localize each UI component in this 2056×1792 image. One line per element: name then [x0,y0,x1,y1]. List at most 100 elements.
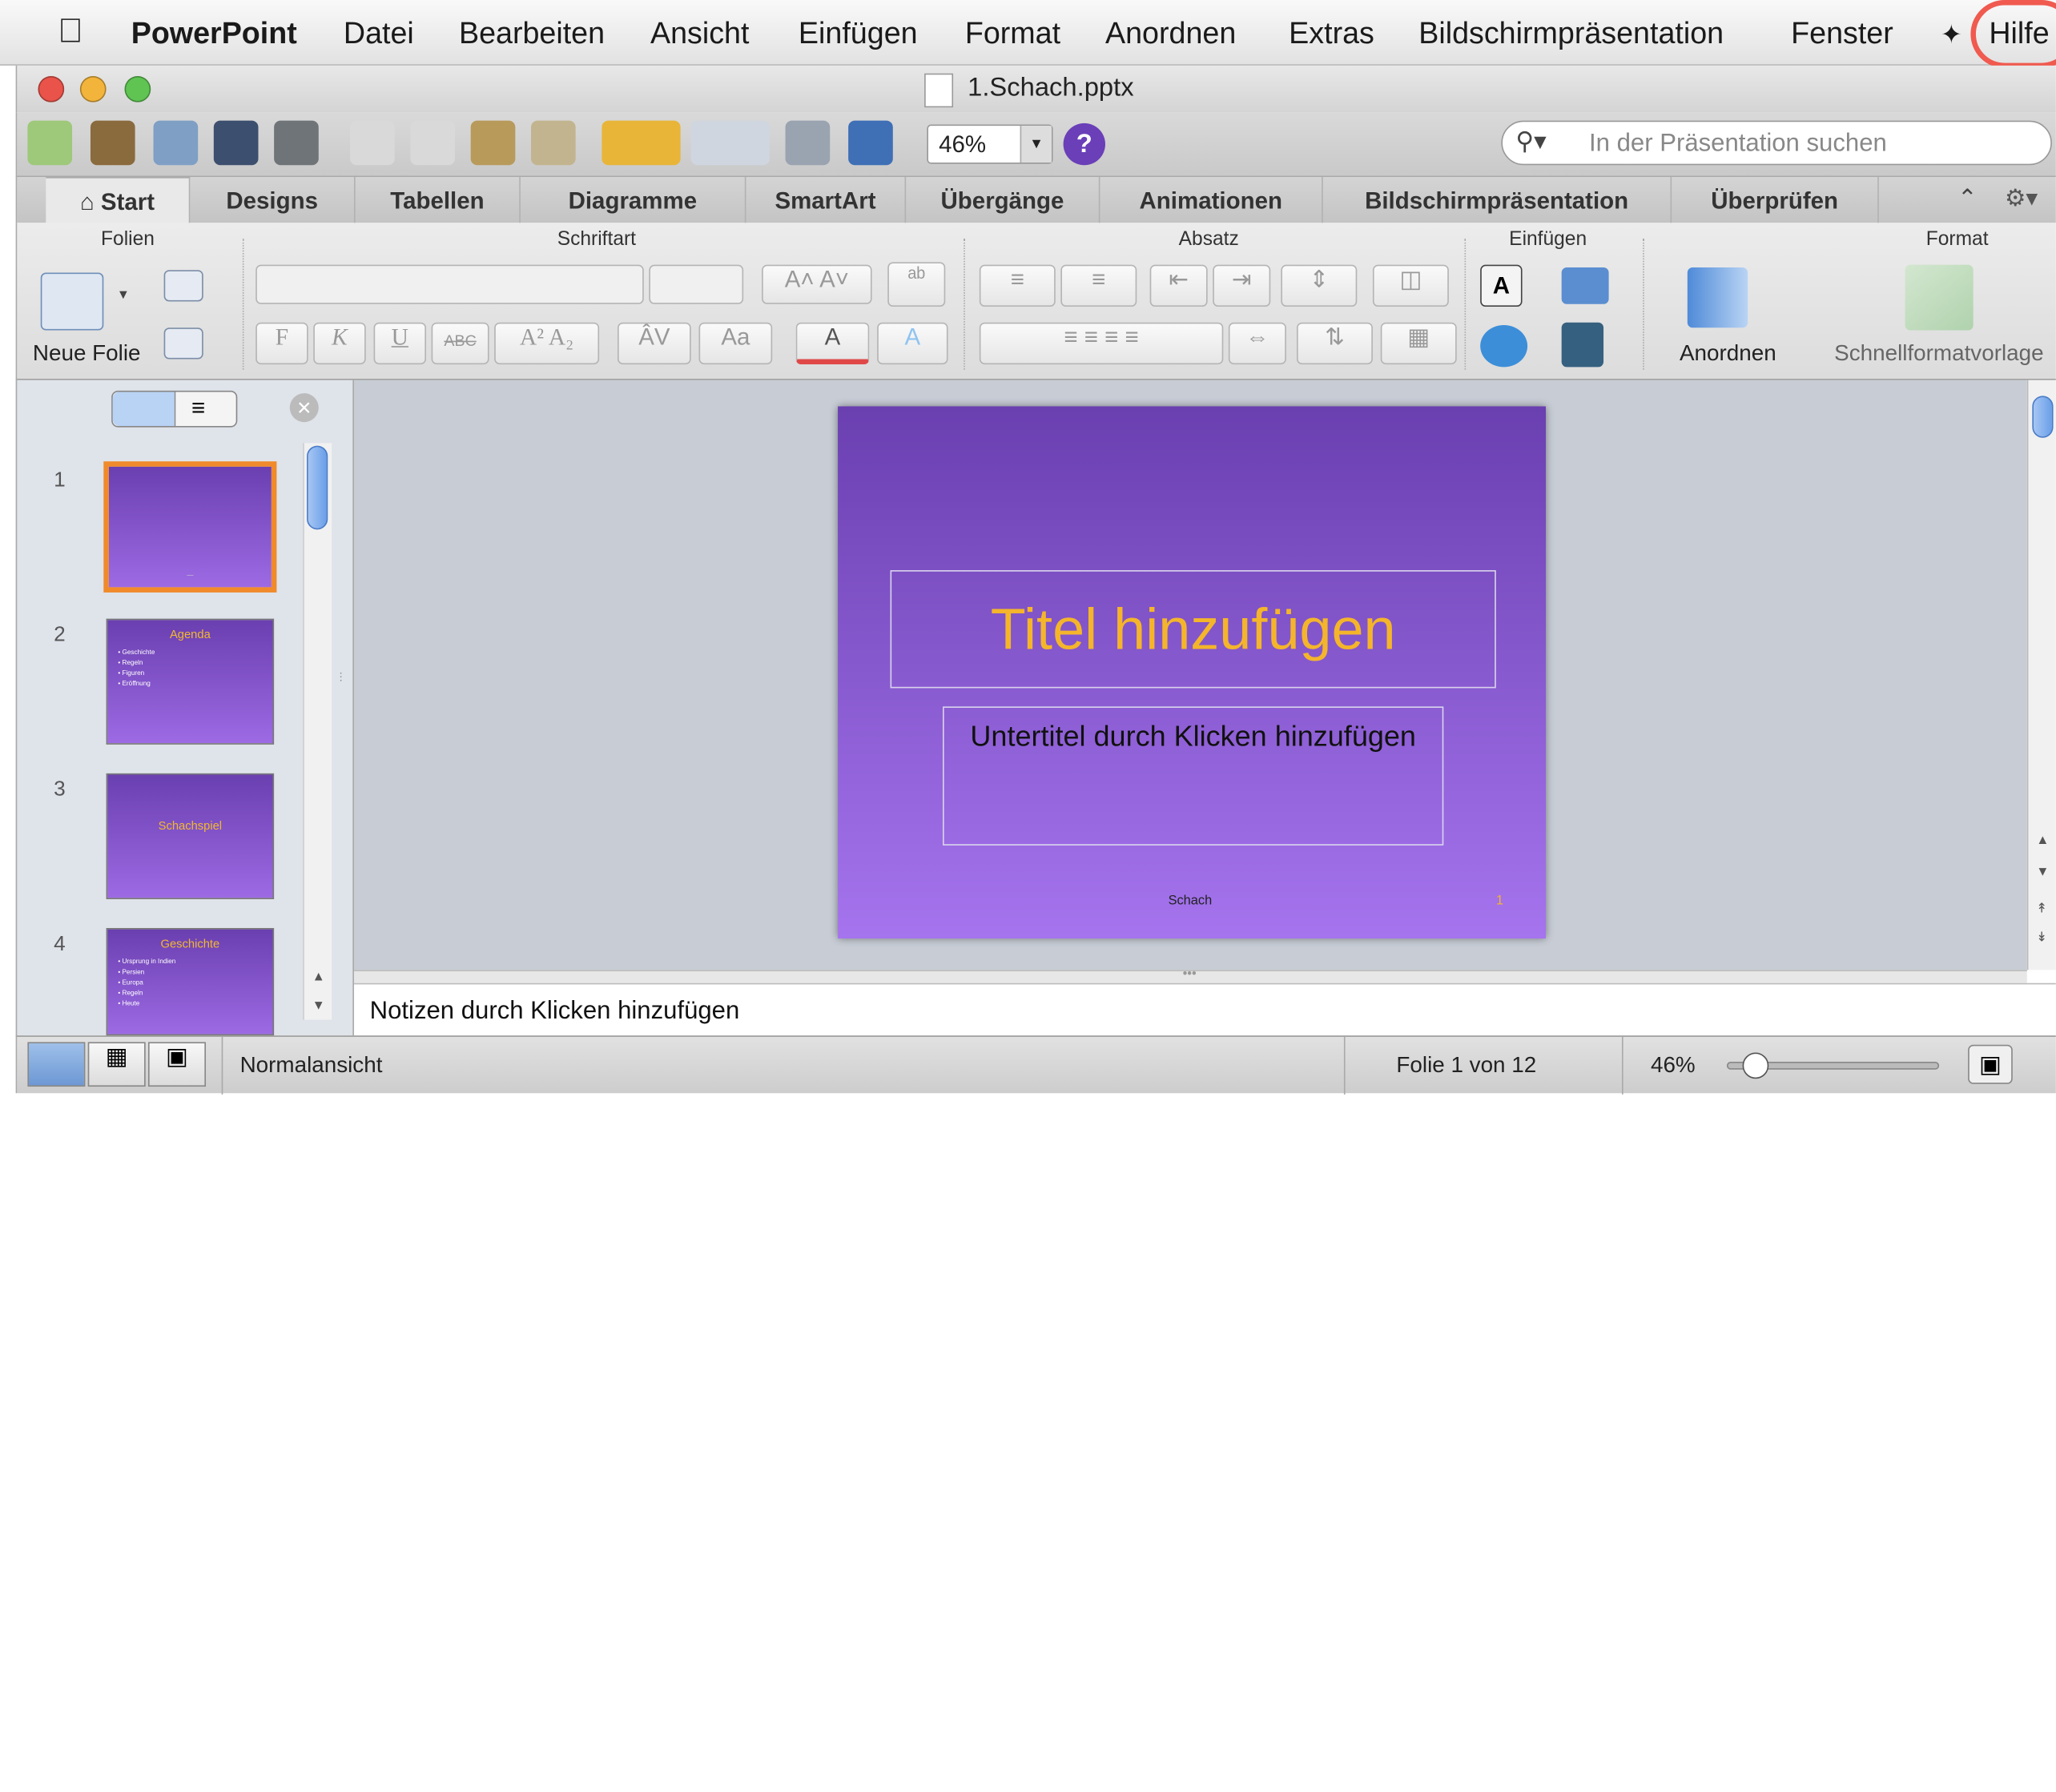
gallery-icon[interactable] [90,120,135,166]
minimize-window-button[interactable] [79,75,107,102]
distribute-icon[interactable]: ⇔ [1228,322,1286,365]
char-spacing-icon[interactable]: ÂV [618,322,691,365]
menu-app-name[interactable]: PowerPoint [131,16,297,51]
paste-icon[interactable] [470,120,516,166]
text-effects-icon[interactable]: A [877,322,948,365]
help-icon[interactable]: ? [1063,123,1105,166]
menu-format[interactable]: Format [965,16,1060,51]
strikethrough-button[interactable]: ABC [431,322,489,365]
menu-einfuegen[interactable]: Einfügen [799,16,918,51]
arrange-icon[interactable] [1687,267,1748,328]
notes-splitter[interactable]: ••• [353,967,2027,983]
slide-thumbnail-1[interactable]: — [103,461,277,593]
slide-sorter-icon[interactable] [785,120,831,166]
tab-start[interactable]: ⌂ Start [46,176,191,224]
menu-anordnen[interactable]: Anordnen [1105,16,1236,51]
italic-button[interactable]: K [313,322,366,365]
outline-view-icon[interactable]: ≡ [191,395,205,422]
underline-button[interactable]: U [373,322,427,365]
media-icon[interactable] [1561,322,1604,368]
format-painter-icon[interactable] [530,120,576,166]
zoom-select[interactable]: 46% ▼ [927,124,1053,164]
title-placeholder[interactable]: Titel hinzufügen [890,570,1496,689]
alignment-buttons[interactable]: ≡ ≡ ≡ ≡ [979,322,1224,365]
pane-splitter-handle[interactable]: ⋮ [336,671,346,723]
numbering-icon[interactable]: ≡ [1060,264,1137,307]
slide-sorter-view-button[interactable]: ▦ [87,1042,146,1087]
font-grow-shrink-buttons[interactable]: A˄ A˅ [762,264,872,304]
bold-button[interactable]: F [255,322,308,365]
previous-slide-icon[interactable]: ↟ [2036,902,2047,916]
columns-icon[interactable]: ◫ [1372,264,1449,307]
slides-view-icon[interactable] [112,392,176,427]
font-name-select[interactable] [255,264,644,304]
canvas-scrollbar[interactable]: ▲ ▼ ↟ ↡ [2026,380,2056,970]
line-spacing-icon[interactable]: ⇕ [1281,264,1358,307]
tab-diagramme[interactable]: Diagramme [521,176,746,224]
scroll-thumb[interactable] [2032,396,2054,438]
menu-fenster[interactable]: Fenster [1791,16,1893,51]
change-case-icon[interactable]: Aa [698,322,773,365]
font-size-select[interactable] [649,264,744,304]
picture-icon[interactable] [1561,267,1609,304]
slide-thumbnail-2[interactable]: Agenda • Geschichte • Regeln • Figuren •… [106,618,275,745]
shape-icon[interactable] [1480,324,1528,368]
clear-format-icon[interactable]: ᵃᵇ [887,262,946,307]
super-subscript-buttons[interactable]: A² A₂ [494,322,600,365]
arrange-label[interactable]: Anordnen [1680,341,1776,368]
save-icon[interactable] [213,120,259,166]
bullets-icon[interactable]: ≡ [979,264,1056,307]
close-pane-icon[interactable]: ✕ [289,393,319,423]
tab-uebergaenge[interactable]: Übergänge [906,176,1100,224]
scroll-down-icon[interactable]: ▼ [2036,865,2049,879]
cut-icon[interactable] [350,120,395,166]
pane-view-toggle[interactable]: ≡ [111,390,238,428]
scroll-thumb[interactable] [307,445,328,530]
new-slide-label[interactable]: Neue Folie [33,341,141,368]
menu-datei[interactable]: Datei [344,16,414,51]
quick-styles-icon[interactable] [1905,264,1974,331]
increase-indent-icon[interactable]: ⇥ [1213,264,1271,307]
apple-icon[interactable]:  [58,10,83,51]
tab-ueberpruefen[interactable]: Überprüfen [1672,176,1879,224]
new-presentation-icon[interactable] [27,120,73,166]
search-icon[interactable]: ⚲▾ [1515,127,1546,158]
menu-bildschirmpraesentation[interactable]: Bildschirmpräsentation [1418,16,1724,51]
menu-extras[interactable]: Extras [1289,16,1374,51]
subtitle-placeholder[interactable]: Untertitel durch Klicken hinzufügen [943,706,1444,846]
section-icon[interactable] [163,327,203,360]
decrease-indent-icon[interactable]: ⇤ [1149,264,1208,307]
slideshow-icon[interactable] [848,120,893,166]
close-window-button[interactable] [38,75,65,102]
tab-bildschirmpraesentation[interactable]: Bildschirmpräsentation [1323,176,1672,224]
script-icon[interactable]: ✦ [1941,18,1962,51]
print-icon[interactable] [274,120,319,166]
quick-styles-label[interactable]: Schnellformatvorlage [1834,341,2043,368]
layout-icon[interactable] [163,270,203,302]
slideshow-view-button[interactable]: ▣ [147,1042,207,1087]
gear-icon[interactable]: ⚙▾ [2005,185,2038,212]
slide-thumbnail-3[interactable]: Schachspiel [106,773,275,899]
collapse-ribbon-icon[interactable]: ⌃ [1957,185,1978,212]
next-slide-icon[interactable]: ↡ [2036,930,2047,945]
current-slide[interactable]: Titel hinzufügen Untertitel durch Klicke… [838,406,1547,939]
open-icon[interactable] [153,120,199,166]
copy-icon[interactable] [410,120,456,166]
menu-ansicht[interactable]: Ansicht [650,16,749,51]
undo-icon[interactable] [602,120,681,166]
font-color-icon[interactable]: A [795,322,870,365]
textbox-icon[interactable]: A [1480,264,1523,307]
zoom-slider-knob[interactable] [1742,1052,1769,1079]
text-align-vertical-icon[interactable]: ▦ [1380,322,1457,365]
thumbnail-scrollbar[interactable]: ▲ ▼ [303,443,332,1020]
chevron-down-icon[interactable]: ▼ [117,288,130,303]
tab-animationen[interactable]: Animationen [1100,176,1323,224]
scroll-up-icon[interactable]: ▲ [312,970,325,984]
scroll-down-icon[interactable]: ▼ [312,998,325,1013]
zoom-window-button[interactable] [124,75,151,102]
search-field[interactable]: ⚲▾ In der Präsentation suchen [1501,120,2052,166]
menu-bearbeiten[interactable]: Bearbeiten [459,16,605,51]
redo-icon[interactable] [690,120,770,166]
scroll-up-icon[interactable]: ▲ [2036,834,2049,848]
slide-thumbnail-4[interactable]: Geschichte • Ursprung in Indien • Persie… [106,927,275,1036]
